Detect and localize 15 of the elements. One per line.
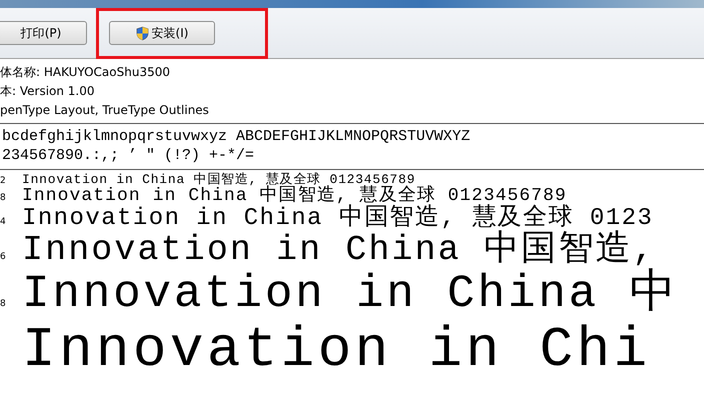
font-sample-text: Innovation in Chi (22, 320, 650, 380)
point-size-label: 8 (0, 299, 7, 310)
font-info-text: 体名称: HAKUYOCaoShu3500 (0, 64, 171, 81)
point-size-label: 8 (0, 193, 7, 204)
character-set-text: 234567890.:,; ’ " (!?) +-*/= (2, 146, 256, 165)
toolbar-button[interactable]: 安装(I) (109, 21, 215, 45)
font-sample-text: Innovation in China 中 (22, 270, 678, 320)
font-info-text: penType Layout, TrueType Outlines (0, 102, 210, 119)
character-set-text: bcdefghijklmnopqrstuvwxyz ABCDEFGHIJKLMNOPQRSTUVWXYZ (2, 127, 472, 146)
point-size-label: 6 (0, 252, 7, 262)
toolbar-button[interactable]: 打印(P) (0, 21, 87, 45)
font-info-text: 本: Version 1.00 (0, 83, 96, 100)
shield-icon (136, 26, 149, 40)
point-size-label: 4 (0, 217, 7, 228)
point-size-label: 2 (0, 176, 7, 186)
